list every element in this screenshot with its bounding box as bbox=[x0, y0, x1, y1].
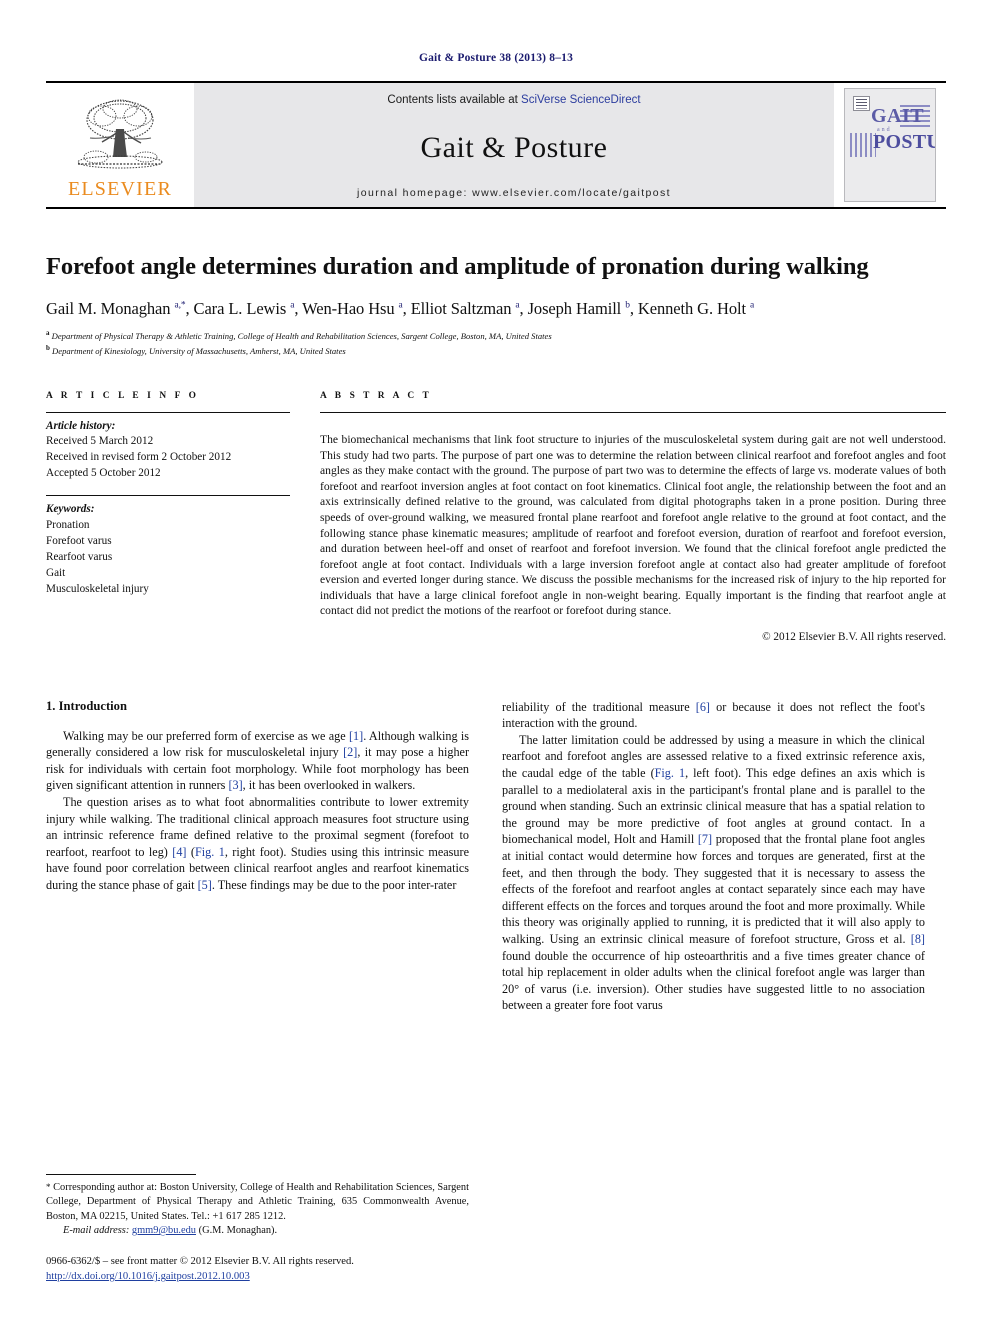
paper-page: Gait & Posture 38 (2013) 8–13 ELSEVIER C… bbox=[0, 0, 992, 1323]
keyword-item: Pronation bbox=[46, 519, 90, 532]
cover-badge-icon bbox=[853, 96, 870, 111]
intro-paragraph: Walking may be our preferred form of exe… bbox=[46, 728, 470, 793]
running-head: Gait & Posture 38 (2013) 8–13 bbox=[418, 52, 574, 64]
keyword-item: Forefoot varus bbox=[46, 534, 112, 547]
journal-cover-thumbnail[interactable]: GAIT and POSTURE bbox=[844, 88, 936, 202]
article-history: Article history: Received 5 March 2012 R… bbox=[46, 413, 290, 483]
email-owner: (G.M. Monaghan). bbox=[198, 1224, 278, 1236]
sciencedirect-link[interactable]: SciVerse ScienceDirect bbox=[521, 94, 641, 106]
info-abstract-block: A R T I C L E I N F O Article history: R… bbox=[46, 391, 946, 643]
abstract-column: A B S T R A C T The biomechanical mechan… bbox=[308, 391, 946, 643]
abstract-heading: A B S T R A C T bbox=[320, 390, 432, 401]
email-link[interactable]: gmm9@bu.edu bbox=[132, 1225, 196, 1236]
keyword-item: Rearfoot varus bbox=[46, 550, 113, 563]
email-note: E-mail address: gmm9@bu.edu (G.M. Monagh… bbox=[46, 1224, 469, 1238]
author-list: Gail M. Monaghan a,*, Cara L. Lewis a, W… bbox=[46, 298, 755, 318]
keywords-list: Keywords: Pronation Forefoot varus Rearf… bbox=[46, 496, 290, 597]
keywords-label: Keywords: bbox=[46, 503, 95, 516]
body-column-right: reliability of the traditional measure [… bbox=[502, 699, 925, 1014]
history-item: Received in revised form 2 October 2012 bbox=[46, 451, 232, 464]
corresponding-author-note: * Corresponding author at: Boston Univer… bbox=[46, 1181, 469, 1222]
journal-masthead: ELSEVIER Contents lists available at Sci… bbox=[46, 81, 946, 209]
contents-available-line: Contents lists available at SciVerse Sci… bbox=[194, 94, 834, 106]
article-info-column: A R T I C L E I N F O Article history: R… bbox=[46, 391, 308, 643]
masthead-center: Contents lists available at SciVerse Sci… bbox=[194, 83, 834, 207]
journal-title: Gait & Posture bbox=[420, 130, 608, 164]
article-info-heading: A R T I C L E I N F O bbox=[46, 390, 199, 401]
intro-paragraph: The question arises as to what foot abno… bbox=[46, 795, 469, 892]
footnote-divider bbox=[46, 1173, 196, 1175]
section-heading-introduction: 1. Introduction bbox=[46, 698, 127, 713]
intro-paragraph: reliability of the traditional measure [… bbox=[502, 699, 925, 731]
contents-prefix: Contents lists available at bbox=[387, 94, 522, 106]
page-title: Forefoot angle determines duration and a… bbox=[46, 253, 869, 280]
abstract-divider bbox=[320, 411, 946, 413]
journal-cover-cell: GAIT and POSTURE bbox=[834, 83, 946, 207]
keyword-item: Musculoskeletal injury bbox=[46, 582, 149, 595]
intro-paragraph: The latter limitation could be addressed… bbox=[502, 732, 925, 1013]
email-label: E-mail address: bbox=[63, 1224, 130, 1236]
issn-block: 0966-6362/$ – see front matter © 2012 El… bbox=[46, 1255, 469, 1285]
body-columns: 1. Introduction Walking may be our prefe… bbox=[46, 699, 946, 1014]
article-history-label: Article history: bbox=[46, 419, 116, 432]
keyword-item: Gait bbox=[46, 566, 66, 579]
history-item: Accepted 5 October 2012 bbox=[46, 467, 161, 480]
affiliation-b: b Department of Kinesiology, University … bbox=[46, 344, 346, 357]
cover-title-posture: POSTURE bbox=[873, 131, 935, 153]
elsevier-wordmark: ELSEVIER bbox=[67, 177, 173, 200]
elsevier-tree-icon bbox=[77, 99, 163, 168]
cover-title-gait: GAIT bbox=[871, 105, 925, 127]
footnote-block: * Corresponding author at: Boston Univer… bbox=[46, 1173, 469, 1285]
history-item: Received 5 March 2012 bbox=[46, 435, 154, 448]
doi-link[interactable]: http://dx.doi.org/10.1016/j.gaitpost.201… bbox=[46, 1271, 250, 1282]
journal-homepage[interactable]: journal homepage: www.elsevier.com/locat… bbox=[194, 187, 834, 199]
issn-line: 0966-6362/$ – see front matter © 2012 El… bbox=[46, 1256, 354, 1268]
body-column-left: 1. Introduction Walking may be our prefe… bbox=[46, 699, 469, 1014]
abstract-text: The biomechanical mechanisms that link f… bbox=[320, 433, 946, 618]
affiliation-a: a Department of Physical Therapy & Athle… bbox=[46, 328, 552, 341]
abstract-copyright: © 2012 Elsevier B.V. All rights reserved… bbox=[762, 630, 946, 643]
elsevier-logo: ELSEVIER bbox=[46, 83, 194, 207]
